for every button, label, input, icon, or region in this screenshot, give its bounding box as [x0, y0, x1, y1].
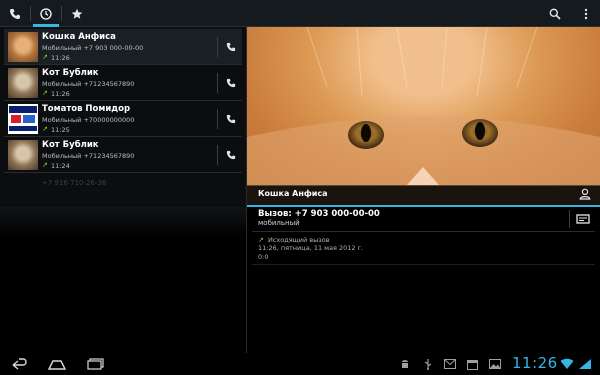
contact-name: Кот Бублик	[42, 140, 99, 150]
contact-number: Мобильный +71234567890	[42, 80, 135, 88]
wifi-icon	[560, 357, 574, 371]
row-divider	[217, 109, 218, 129]
contact-large-photo	[247, 27, 600, 185]
system-bar: 11:26	[0, 353, 600, 375]
faded-list-item: +7 916 710-26-36	[42, 179, 107, 187]
message-icon	[576, 214, 590, 224]
call-button[interactable]	[222, 37, 240, 57]
section-divider	[252, 264, 595, 265]
status-clock: 11:26	[512, 354, 558, 372]
outgoing-call-icon: ↗	[42, 161, 48, 169]
call-direction-label: Исходящий вызов	[268, 236, 330, 244]
contact-name: Кошка Анфиса	[42, 32, 116, 42]
call-number-label[interactable]: Вызов: +7 903 000-00-00	[258, 209, 380, 219]
list-empty-area	[0, 207, 246, 353]
contact-name: Томатов Помидор	[42, 104, 131, 114]
row-divider	[217, 73, 218, 93]
outgoing-call-icon: ↗	[42, 53, 48, 61]
home-button[interactable]	[44, 355, 70, 373]
list-item[interactable]: Кот Бублик Мобильный +71234567890 ↗ 11:2…	[4, 65, 242, 101]
call-time: 11:26	[51, 54, 70, 62]
call-button[interactable]	[222, 73, 240, 93]
list-item[interactable]: Кот Бублик Мобильный +71234567890 ↗ 11:2…	[4, 137, 242, 173]
call-duration: 0:0	[258, 253, 269, 261]
recents-icon	[87, 358, 104, 370]
calendar-icon	[465, 357, 479, 371]
call-date: 11:26, пятница, 11 мая 2012 г.	[258, 244, 364, 252]
clock-icon	[40, 7, 52, 20]
overflow-menu-button[interactable]	[574, 0, 598, 27]
contact-photo	[8, 32, 38, 62]
contact-number: Мобильный +7 903 000-00-00	[42, 44, 144, 52]
gmail-icon	[443, 357, 457, 371]
home-icon	[47, 360, 67, 370]
row-divider	[569, 210, 570, 228]
contact-number: Мобильный +71234567890	[42, 152, 135, 160]
cat-photo	[247, 27, 600, 185]
list-item[interactable]: Кошка Анфиса Мобильный +7 903 000-00-00 …	[4, 29, 242, 65]
send-message-button[interactable]	[574, 210, 592, 228]
section-divider	[252, 231, 595, 232]
tab-favorites[interactable]	[62, 0, 92, 27]
star-icon	[71, 8, 83, 19]
person-icon	[579, 188, 591, 200]
outgoing-call-icon: ↗	[42, 125, 48, 133]
search-icon	[549, 8, 561, 20]
tab-phone[interactable]	[0, 0, 30, 27]
action-bar	[0, 0, 600, 27]
row-divider	[217, 37, 218, 57]
call-time: 11:24	[51, 162, 70, 170]
back-icon	[12, 358, 27, 370]
contact-card-button[interactable]	[578, 186, 592, 202]
contact-photo	[8, 140, 38, 170]
contact-photo	[8, 104, 38, 134]
recents-button[interactable]	[84, 355, 110, 373]
call-button[interactable]	[222, 109, 240, 129]
phone-icon	[226, 114, 236, 124]
row-divider	[217, 145, 218, 165]
phone-icon	[226, 78, 236, 88]
overflow-menu-icon	[584, 8, 588, 19]
call-time: 11:25	[51, 126, 70, 134]
citymobil-logo	[8, 104, 38, 134]
usb-icon	[421, 357, 435, 371]
image-icon	[488, 357, 502, 371]
contact-photo	[8, 68, 38, 98]
phone-icon	[10, 8, 20, 19]
signal-icon	[578, 357, 592, 371]
accent-divider	[247, 205, 600, 207]
call-time: 11:26	[51, 90, 70, 98]
contact-name: Кот Бублик	[42, 68, 99, 78]
android-debug-icon	[398, 357, 412, 371]
phone-icon	[226, 42, 236, 52]
contact-number: Мобильный +70000000000	[42, 116, 135, 124]
phone-icon	[226, 150, 236, 160]
search-button[interactable]	[543, 0, 567, 27]
outgoing-call-icon: ↗	[258, 236, 264, 244]
outgoing-call-icon: ↗	[42, 89, 48, 97]
call-number-type: мобильный	[258, 219, 300, 227]
back-button[interactable]	[6, 355, 32, 373]
contact-name: Кошка Анфиса	[258, 189, 328, 198]
tab-call-log[interactable]	[31, 0, 61, 27]
call-log-list: Кошка Анфиса Мобильный +7 903 000-00-00 …	[0, 27, 246, 353]
list-item[interactable]: Томатов Помидор Мобильный +70000000000 ↗…	[4, 101, 242, 137]
call-button[interactable]	[222, 145, 240, 165]
